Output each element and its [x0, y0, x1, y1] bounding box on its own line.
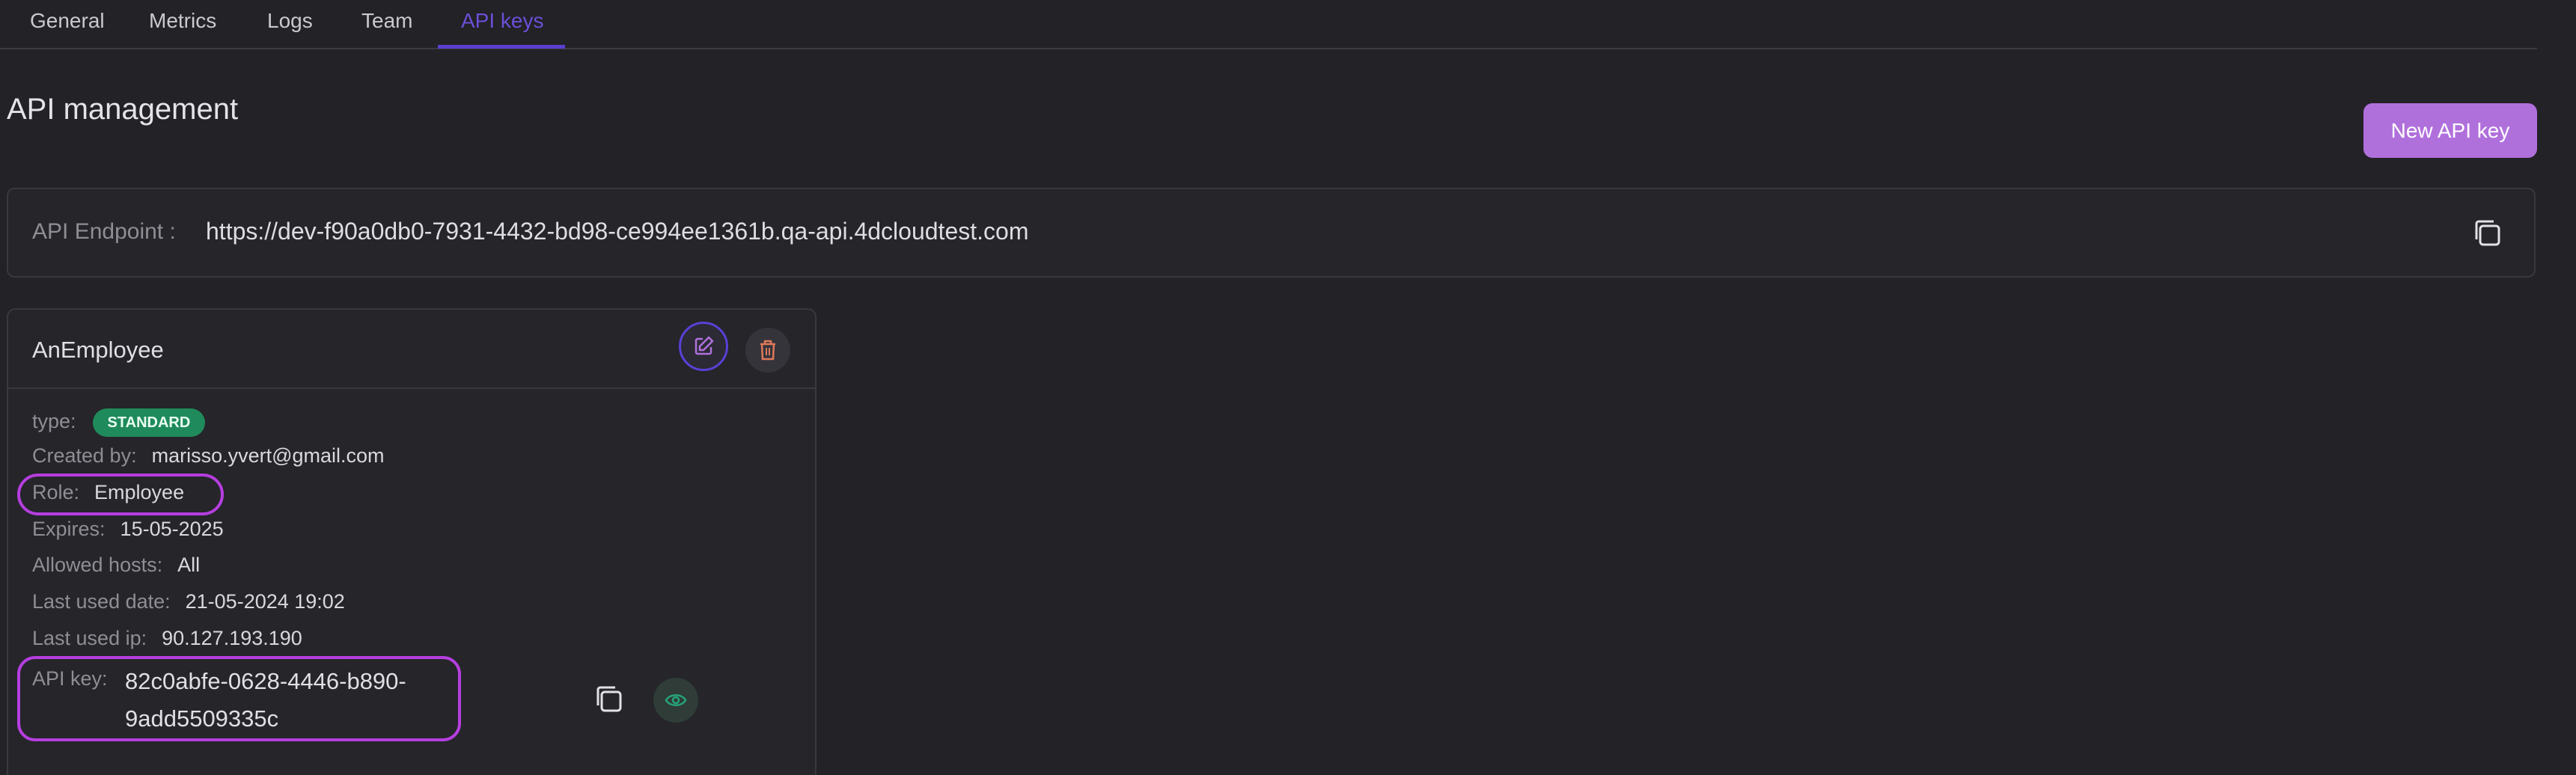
edit-icon: [695, 336, 714, 355]
type-badge: STANDARD: [92, 408, 206, 437]
delete-button[interactable]: [745, 328, 790, 373]
type-label: type:: [32, 410, 76, 433]
allowed-hosts-value: All: [177, 554, 201, 576]
last-used-date-row: Last used date: 21-05-2024 19:02: [32, 590, 345, 613]
created-by-row: Created by: marisso.yvert@gmail.com: [32, 444, 385, 468]
tab-team[interactable]: Team: [361, 0, 412, 48]
copy-icon[interactable]: [592, 682, 626, 717]
last-used-ip-value: 90.127.193.190: [162, 627, 302, 649]
copy-icon[interactable]: [2470, 216, 2505, 251]
role-row: Role: Employee: [32, 481, 184, 504]
tab-metrics[interactable]: Metrics: [149, 0, 216, 48]
last-used-ip-label: Last used ip:: [32, 627, 147, 649]
tab-api-keys[interactable]: API keys: [461, 0, 543, 48]
created-by-label: Created by:: [32, 444, 137, 467]
endpoint-url: https://dev-f90a0db0-7931-4432-bd98-ce99…: [206, 218, 1029, 245]
allowed-hosts-label: Allowed hosts:: [32, 554, 163, 576]
new-api-key-button[interactable]: New API key: [2363, 103, 2537, 158]
allowed-hosts-row: Allowed hosts: All: [32, 554, 200, 577]
role-value: Employee: [94, 481, 185, 503]
last-used-date-label: Last used date:: [32, 590, 171, 613]
api-keys-page: General Metrics Logs Team API keys API m…: [0, 0, 2576, 775]
endpoint-label: API Endpoint :: [32, 219, 176, 244]
api-key-value: 82c0abfe-0628-4446-b890-9add5509335c: [125, 668, 406, 732]
api-key-label: API key:: [32, 667, 108, 690]
expires-row: Expires: 15-05-2025: [32, 518, 224, 541]
type-row: type: STANDARD: [32, 408, 206, 437]
api-key-card: AnEmployee type: STANDARD Created by: ma…: [7, 308, 817, 775]
last-used-date-value: 21-05-2024 19:02: [185, 590, 345, 613]
api-key-name: AnEmployee: [32, 337, 164, 363]
active-tab-indicator: [438, 45, 565, 49]
expires-label: Expires:: [32, 518, 106, 540]
reveal-key-button[interactable]: [653, 678, 698, 723]
edit-button[interactable]: [679, 322, 728, 371]
tab-general[interactable]: General: [30, 0, 105, 48]
tab-bar: General Metrics Logs Team API keys: [0, 0, 2537, 49]
eye-icon: [665, 694, 687, 706]
last-used-ip-row: Last used ip: 90.127.193.190: [32, 627, 302, 650]
created-by-value: marisso.yvert@gmail.com: [151, 444, 385, 467]
role-label: Role:: [32, 481, 80, 503]
trash-icon: [760, 340, 775, 361]
api-key-card-header: AnEmployee: [8, 310, 815, 389]
page-title: API management: [7, 93, 239, 126]
expires-value: 15-05-2025: [120, 518, 224, 540]
tab-logs[interactable]: Logs: [267, 0, 313, 48]
api-endpoint-card: API Endpoint : https://dev-f90a0db0-7931…: [7, 188, 2536, 278]
